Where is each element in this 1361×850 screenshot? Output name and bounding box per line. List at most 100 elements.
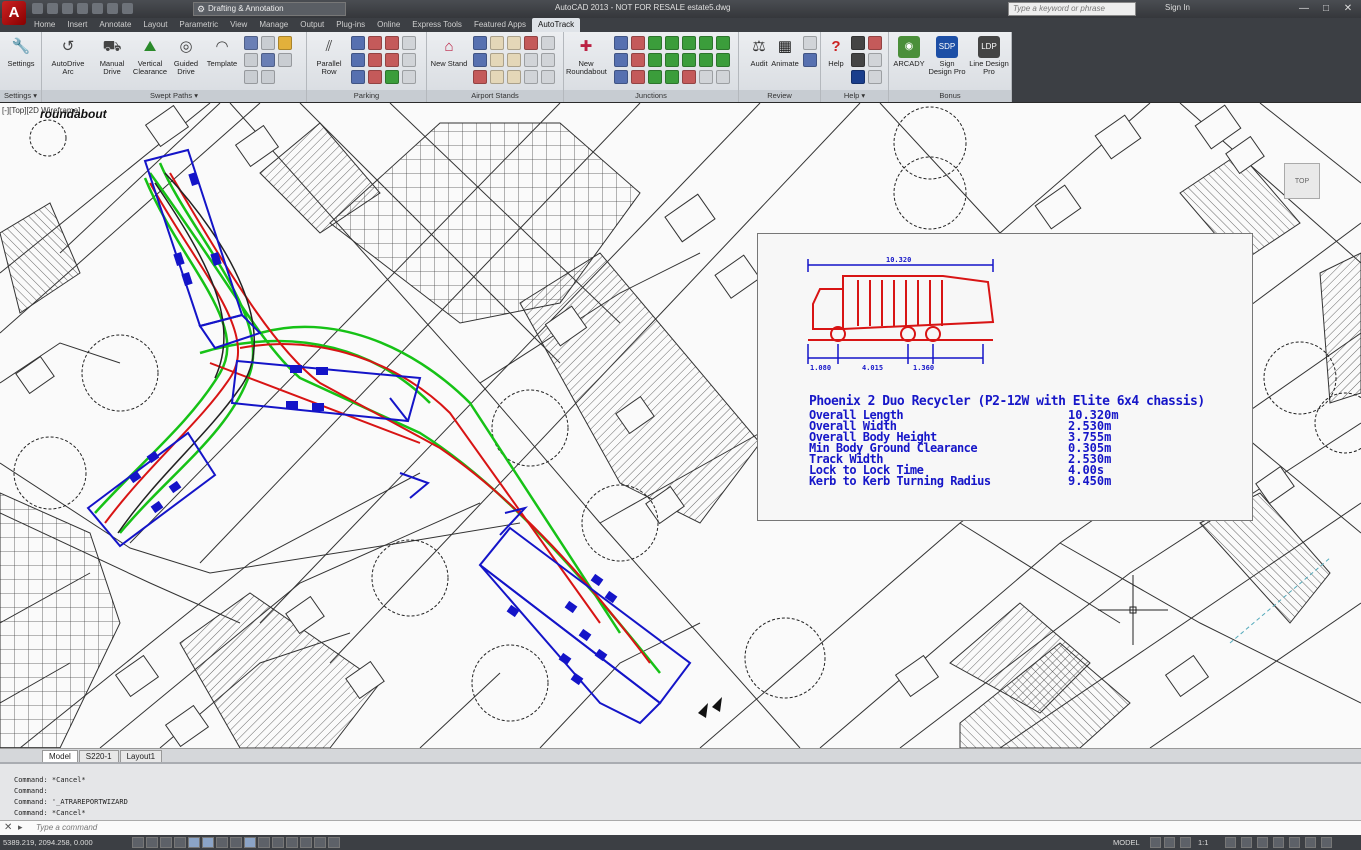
save-as-icon[interactable]: [77, 3, 88, 14]
tool-icon[interactable]: [716, 53, 730, 67]
tool-icon[interactable]: [244, 36, 258, 50]
quick-view-drawings-icon[interactable]: [1164, 837, 1175, 848]
help-tool-icon[interactable]: [851, 36, 865, 50]
tool-icon[interactable]: [699, 36, 713, 50]
guided-drive-button[interactable]: ◎ Guided Drive: [166, 36, 206, 76]
tool-icon[interactable]: [614, 70, 628, 84]
tool-icon[interactable]: [699, 53, 713, 67]
workspace-switching-icon[interactable]: [1241, 837, 1252, 848]
tool-icon[interactable]: [490, 53, 504, 67]
tool-icon[interactable]: [244, 53, 258, 67]
tab-annotate[interactable]: Annotate: [93, 18, 137, 32]
tool-icon[interactable]: [631, 36, 645, 50]
arcady-button[interactable]: ◉ ARCADY: [889, 36, 929, 68]
tool-icon[interactable]: [261, 36, 275, 50]
autodrive-arc-button[interactable]: ↺ AutoDrive Arc: [48, 36, 88, 76]
tab-autotrack[interactable]: AutoTrack: [531, 18, 581, 32]
application-menu-button[interactable]: A: [2, 1, 26, 25]
close-button[interactable]: ✕: [1337, 1, 1359, 16]
settings-button[interactable]: 🔧 Settings: [1, 36, 41, 68]
tool-icon[interactable]: [541, 53, 555, 67]
tool-icon[interactable]: [614, 36, 628, 50]
help-button[interactable]: ? Help: [816, 36, 856, 68]
grid-toggle[interactable]: [160, 837, 172, 848]
tool-icon[interactable]: [631, 70, 645, 84]
tool-icon[interactable]: [541, 36, 555, 50]
command-input[interactable]: Type a command: [36, 823, 97, 832]
clean-screen-icon[interactable]: [1321, 837, 1332, 848]
manual-drive-button[interactable]: ⛟ Manual Drive: [92, 36, 132, 76]
tool-icon[interactable]: [614, 53, 628, 67]
tool-icon[interactable]: [402, 36, 416, 50]
tpy-toggle[interactable]: [286, 837, 298, 848]
tool-icon[interactable]: [473, 70, 487, 84]
redo-icon[interactable]: [122, 3, 133, 14]
tool-icon[interactable]: [631, 53, 645, 67]
magnifier-icon[interactable]: [803, 36, 817, 50]
tool-icon[interactable]: [490, 36, 504, 50]
open-file-icon[interactable]: [47, 3, 58, 14]
tab-home[interactable]: Home: [28, 18, 61, 32]
tool-icon[interactable]: [385, 53, 399, 67]
lock-icon[interactable]: [1257, 837, 1268, 848]
tool-icon[interactable]: [648, 53, 662, 67]
command-prompt-icon[interactable]: ▸: [18, 822, 23, 833]
tool-icon[interactable]: [665, 53, 679, 67]
tool-icon[interactable]: [716, 36, 730, 50]
command-line[interactable]: ✕ ▸ Type a command: [0, 820, 1361, 835]
annotation-scale[interactable]: 1:1: [1198, 838, 1208, 847]
tool-icon[interactable]: [682, 36, 696, 50]
sc-toggle[interactable]: [314, 837, 326, 848]
tab-insert[interactable]: Insert: [61, 18, 93, 32]
infer-constraints-toggle[interactable]: [132, 837, 144, 848]
tool-icon[interactable]: [524, 36, 538, 50]
model-space-button[interactable]: MODEL: [1113, 838, 1140, 847]
tab-featured-apps[interactable]: Featured Apps: [468, 18, 532, 32]
info-icon[interactable]: [851, 70, 865, 84]
tool-icon[interactable]: [351, 36, 365, 50]
am-toggle[interactable]: [328, 837, 340, 848]
close-icon[interactable]: ✕: [4, 822, 12, 833]
otrack-toggle[interactable]: [230, 837, 242, 848]
tool-icon[interactable]: [368, 36, 382, 50]
new-stand-button[interactable]: ⌂ New Stand: [429, 36, 469, 68]
tab-express-tools[interactable]: Express Tools: [406, 18, 468, 32]
tool-icon[interactable]: [541, 70, 555, 84]
layout-tab-s220-1[interactable]: S220-1: [78, 750, 119, 762]
layout-tab-layout1[interactable]: Layout1: [119, 750, 163, 762]
report-icon[interactable]: [803, 53, 817, 67]
tool-icon[interactable]: [368, 53, 382, 67]
tool-icon[interactable]: [665, 70, 679, 84]
ortho-toggle[interactable]: [174, 837, 186, 848]
help-tool-icon[interactable]: [868, 36, 882, 50]
snap-toggle[interactable]: [146, 837, 158, 848]
layout-tab-model[interactable]: Model: [42, 750, 78, 762]
qp-toggle[interactable]: [300, 837, 312, 848]
tab-layout[interactable]: Layout: [137, 18, 173, 32]
tool-icon[interactable]: [665, 36, 679, 50]
tool-icon[interactable]: [682, 70, 696, 84]
tool-icon[interactable]: [261, 53, 275, 67]
tool-icon[interactable]: [351, 70, 365, 84]
tool-icon[interactable]: [648, 70, 662, 84]
sign-in-link[interactable]: Sign In: [1165, 3, 1190, 12]
quick-view-icon[interactable]: [1150, 837, 1161, 848]
tool-icon[interactable]: [368, 70, 382, 84]
template-button[interactable]: ◠ Template: [202, 36, 242, 68]
polar-toggle[interactable]: [188, 837, 200, 848]
tool-icon[interactable]: [524, 70, 538, 84]
status-bar-menu-icon[interactable]: [1305, 837, 1316, 848]
plot-icon[interactable]: [92, 3, 103, 14]
help-tool-icon[interactable]: [868, 70, 882, 84]
tool-icon[interactable]: [507, 36, 521, 50]
line-design-pro-button[interactable]: LDP Line Design Pro: [969, 36, 1009, 76]
isolate-objects-icon[interactable]: [1289, 837, 1300, 848]
tab-output[interactable]: Output: [294, 18, 330, 32]
animate-button[interactable]: ▦ Animate: [765, 36, 805, 68]
tab-plug-ins[interactable]: Plug-ins: [330, 18, 371, 32]
help-search-input[interactable]: Type a keyword or phrase: [1008, 2, 1136, 16]
dyn-toggle[interactable]: [258, 837, 270, 848]
tab-view[interactable]: View: [224, 18, 253, 32]
tool-icon[interactable]: [682, 53, 696, 67]
tool-icon[interactable]: [716, 70, 730, 84]
